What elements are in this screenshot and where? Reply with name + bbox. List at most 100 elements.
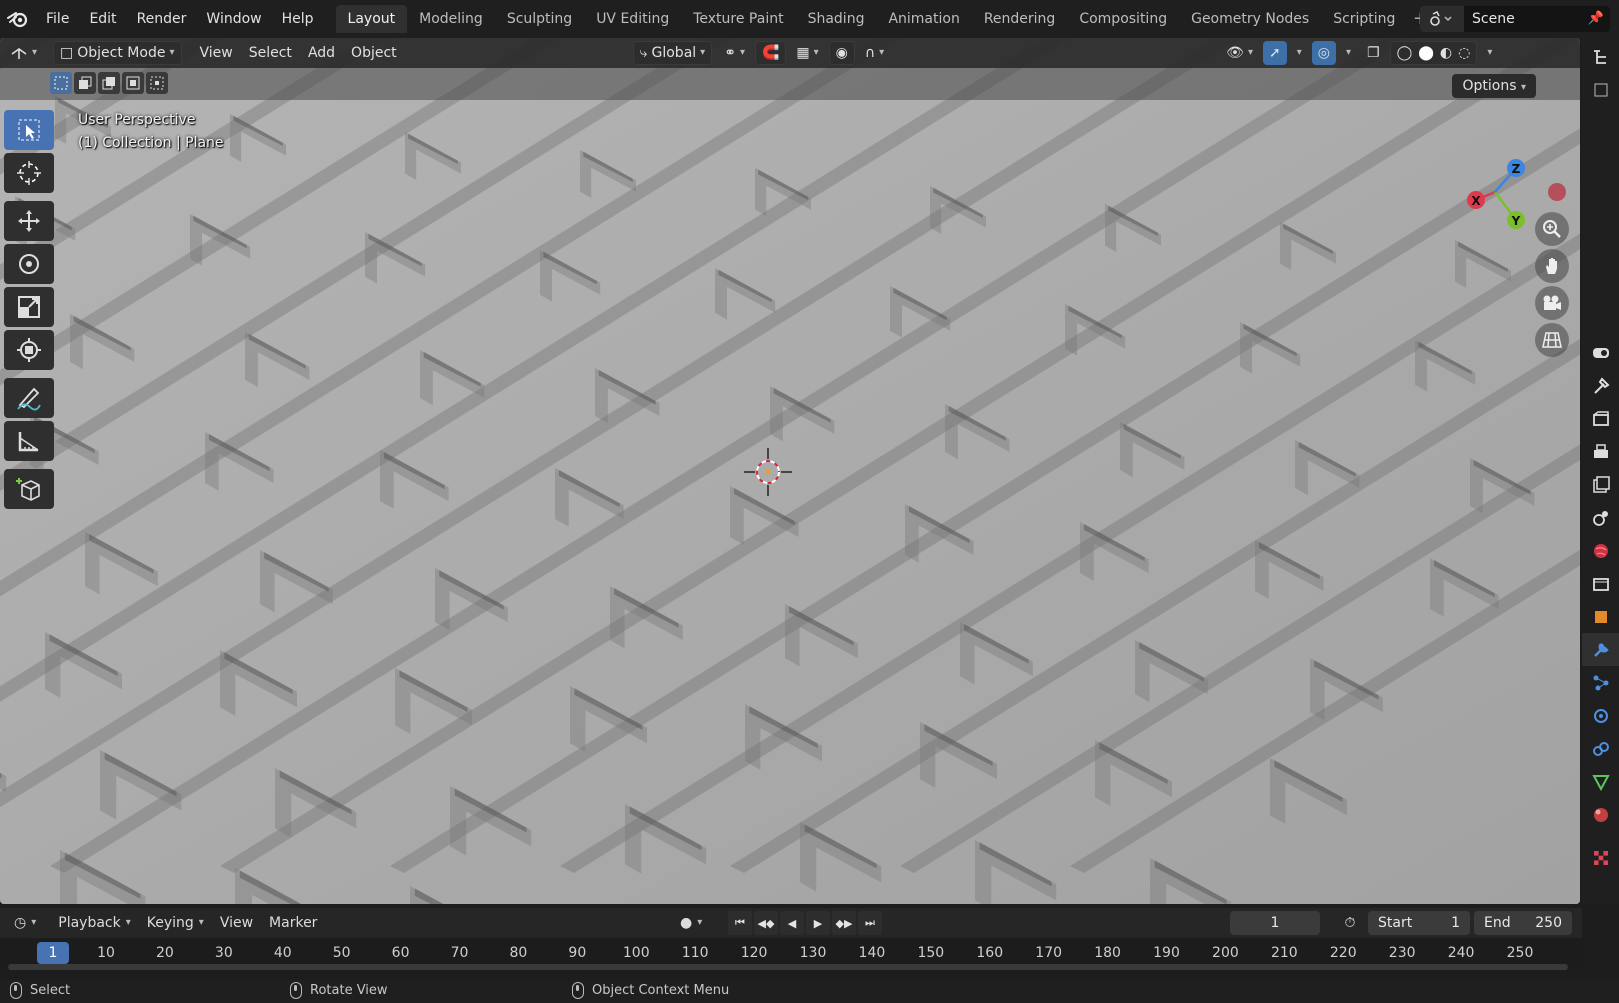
prev-keyframe-icon[interactable]: ◀◆: [754, 911, 778, 935]
menu-timeline-view[interactable]: View: [212, 910, 261, 936]
menu-file[interactable]: File: [36, 0, 79, 38]
current-frame-field[interactable]: 1: [1230, 911, 1320, 935]
render-properties-icon[interactable]: [1582, 402, 1619, 435]
add-cube-tool[interactable]: [4, 469, 54, 509]
material-properties-icon[interactable]: [1582, 798, 1619, 831]
wireframe-shading-icon[interactable]: ◯: [1397, 41, 1413, 65]
data-properties-icon[interactable]: [1582, 765, 1619, 798]
material-shading-icon[interactable]: ◐: [1440, 41, 1452, 65]
menu-window[interactable]: Window: [196, 0, 271, 38]
3d-viewport[interactable]: ▾ □ Object Mode ▾ View Select Add Object…: [0, 38, 1580, 904]
select-intersect-icon[interactable]: [146, 72, 168, 94]
object-properties-icon[interactable]: [1582, 600, 1619, 633]
menu-marker[interactable]: Marker: [261, 910, 325, 936]
blender-logo-icon[interactable]: [0, 0, 36, 38]
select-box-tool[interactable]: [4, 110, 54, 150]
timeline-scrollbar[interactable]: [8, 964, 1568, 970]
world-properties-icon[interactable]: [1582, 534, 1619, 567]
view-layer-icon[interactable]: [1582, 468, 1619, 501]
tab-texture-paint[interactable]: Texture Paint: [681, 5, 795, 33]
tab-animation[interactable]: Animation: [876, 5, 971, 33]
physics-properties-icon[interactable]: [1582, 699, 1619, 732]
auto-keying-icon[interactable]: ● ▾: [672, 910, 710, 936]
proportional-edit-icon[interactable]: ◉: [828, 41, 855, 65]
visibility-icon[interactable]: 👁 ▾: [1220, 41, 1259, 65]
texture-properties-icon[interactable]: [1582, 841, 1619, 874]
select-extend-icon[interactable]: [74, 72, 96, 94]
tab-modeling[interactable]: Modeling: [407, 5, 495, 33]
collection-properties-icon[interactable]: [1582, 567, 1619, 600]
menu-help[interactable]: Help: [272, 0, 324, 38]
play-reverse-icon[interactable]: ◀: [780, 911, 804, 935]
tab-uv-editing[interactable]: UV Editing: [584, 5, 681, 33]
cursor-tool[interactable]: [4, 153, 54, 193]
stopwatch-icon[interactable]: ⏱: [1330, 911, 1370, 935]
jump-end-icon[interactable]: ⏭: [858, 911, 882, 935]
snap-target-icon[interactable]: ▦ ▾: [790, 41, 824, 65]
tool-properties-icon[interactable]: [1582, 336, 1619, 369]
camera-view-icon[interactable]: [1535, 286, 1569, 320]
falloff-icon[interactable]: ∩ ▾: [859, 41, 890, 65]
scene-selector[interactable]: Scene 📌: [1420, 6, 1610, 32]
rotate-tool[interactable]: [4, 244, 54, 284]
solid-shading-icon[interactable]: ⬤: [1418, 41, 1434, 65]
playhead-frame[interactable]: 1: [37, 942, 69, 964]
output-properties-icon[interactable]: [1582, 435, 1619, 468]
tab-layout[interactable]: Layout: [335, 5, 408, 33]
tab-sculpting[interactable]: Sculpting: [495, 5, 584, 33]
tab-scripting[interactable]: Scripting: [1321, 5, 1407, 33]
select-subtract-icon[interactable]: [98, 72, 120, 94]
jump-start-icon[interactable]: ⏮: [728, 911, 752, 935]
options-dropdown[interactable]: Options ▾: [1452, 74, 1536, 98]
particles-properties-icon[interactable]: [1582, 666, 1619, 699]
start-frame-field[interactable]: Start 1: [1368, 911, 1470, 935]
scene-properties-icon[interactable]: [1582, 501, 1619, 534]
object-mode-dropdown[interactable]: □ Object Mode ▾: [53, 41, 182, 65]
rendered-shading-icon[interactable]: ◌: [1458, 41, 1470, 65]
tab-compositing[interactable]: Compositing: [1067, 5, 1179, 33]
overlay-toggle-icon[interactable]: ◎: [1311, 41, 1336, 65]
menu-edit[interactable]: Edit: [79, 0, 126, 38]
next-keyframe-icon[interactable]: ◆▶: [832, 911, 856, 935]
tab-geometry-nodes[interactable]: Geometry Nodes: [1179, 5, 1321, 33]
pan-hand-icon[interactable]: [1535, 249, 1569, 283]
outliner-filter-icon[interactable]: [1582, 73, 1619, 106]
editor-type-button[interactable]: ▾: [4, 41, 43, 65]
xray-toggle-icon[interactable]: ❐: [1361, 41, 1386, 65]
scene-icon[interactable]: [1420, 6, 1464, 32]
menu-playback[interactable]: Playback ▾: [50, 910, 139, 936]
menu-view[interactable]: View: [194, 41, 239, 65]
zoom-icon[interactable]: [1535, 212, 1569, 246]
constraints-properties-icon[interactable]: [1582, 732, 1619, 765]
gizmo-toggle-icon[interactable]: ➚: [1262, 41, 1287, 65]
move-tool[interactable]: [4, 201, 54, 241]
snap-toggle-icon[interactable]: 🧲: [754, 41, 787, 65]
scene-name-field[interactable]: Scene 📌: [1464, 6, 1610, 32]
overlay-dropdown-icon[interactable]: ▾: [1340, 41, 1357, 65]
scale-tool[interactable]: [4, 287, 54, 327]
menu-add[interactable]: Add: [302, 41, 341, 65]
gizmo-dropdown-icon[interactable]: ▾: [1291, 41, 1308, 65]
tab-rendering[interactable]: Rendering: [972, 5, 1068, 33]
pin-icon[interactable]: 📌: [1588, 6, 1604, 32]
pivot-point-icon[interactable]: ⚭ ▾: [718, 41, 751, 65]
menu-select[interactable]: Select: [243, 41, 298, 65]
menu-keying[interactable]: Keying ▾: [139, 910, 212, 936]
ortho-grid-icon[interactable]: [1535, 323, 1569, 357]
transform-orientation-dropdown[interactable]: ⤷ Global ▾: [632, 41, 713, 65]
annotate-tool[interactable]: [4, 378, 54, 418]
tab-shading[interactable]: Shading: [796, 5, 877, 33]
menu-object[interactable]: Object: [345, 41, 403, 65]
timeline-editor-type-icon[interactable]: ◷ ▾: [6, 910, 44, 936]
select-new-icon[interactable]: [50, 72, 72, 94]
transform-tool[interactable]: [4, 330, 54, 370]
outliner-icon[interactable]: [1582, 40, 1619, 73]
end-frame-field[interactable]: End 250: [1474, 911, 1572, 935]
play-icon[interactable]: ▶: [806, 911, 830, 935]
active-tool-icon[interactable]: [1582, 369, 1619, 402]
menu-render[interactable]: Render: [127, 0, 197, 38]
modifier-properties-icon[interactable]: [1582, 633, 1619, 666]
shading-dropdown-icon[interactable]: ▾: [1481, 41, 1498, 65]
measure-tool[interactable]: [4, 421, 54, 461]
select-invert-icon[interactable]: [122, 72, 144, 94]
